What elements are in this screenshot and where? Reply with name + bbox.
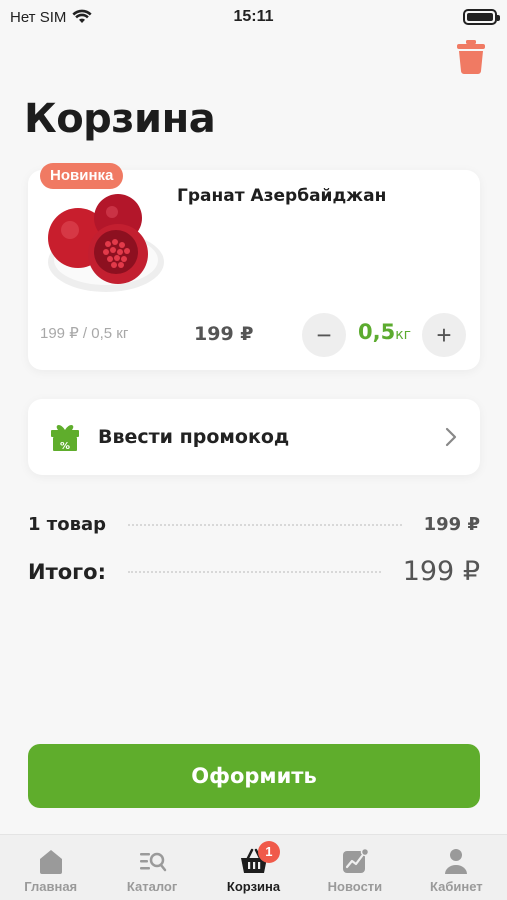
tab-bar: Главная Каталог 1 Корзина Новости Кабине… [0, 834, 507, 900]
tab-profile[interactable]: Кабинет [406, 835, 507, 900]
checkout-button[interactable]: Оформить [28, 744, 480, 808]
items-count-row: 1 товар 199 ₽ [28, 514, 480, 535]
home-icon [39, 850, 62, 874]
tab-cart[interactable]: 1 Корзина [203, 835, 304, 900]
battery-icon [463, 9, 500, 25]
dotted-divider [128, 523, 402, 526]
tab-home-label: Главная [24, 879, 78, 894]
quantity-number: 0,5 [358, 320, 396, 344]
profile-icon [445, 849, 468, 874]
tab-home[interactable]: Главная [0, 835, 101, 900]
new-badge: Новинка [40, 163, 124, 189]
page-title: Корзина [24, 96, 216, 142]
total-label: Итого: [28, 559, 106, 584]
promo-code-button[interactable]: % Ввести промокод [28, 399, 480, 475]
quantity-value: 0,5кг [358, 320, 411, 344]
news-chart-icon [342, 847, 370, 873]
tab-cart-label: Корзина [226, 879, 281, 894]
catalog-search-icon [140, 852, 167, 872]
items-count-label: 1 товар [28, 514, 107, 535]
svg-text:%: % [60, 441, 70, 452]
items-subtotal-value: 199 ₽ [423, 514, 480, 535]
unit-price: 199 ₽ / 0,5 кг [40, 325, 129, 342]
tab-profile-label: Кабинет [430, 879, 483, 894]
carrier-label: Нет SIM [10, 8, 67, 26]
total-row: Итого: 199 ₽ [28, 556, 480, 587]
gift-percent-icon: % [51, 425, 79, 452]
tab-catalog[interactable]: Каталог [101, 835, 202, 900]
quantity-unit: кг [395, 327, 412, 343]
trash-icon[interactable] [457, 40, 485, 74]
product-name[interactable]: Гранат Азербайджан [177, 186, 386, 206]
quantity-decrease-button[interactable]: − [302, 313, 346, 357]
dotted-divider [127, 570, 381, 573]
tab-catalog-label: Каталог [126, 879, 178, 894]
quantity-increase-button[interactable]: + [422, 313, 466, 357]
cart-count-badge: 1 [257, 841, 280, 863]
product-image [48, 194, 164, 292]
tab-news[interactable]: Новости [304, 835, 405, 900]
status-left: Нет SIM [10, 9, 92, 26]
total-value: 199 ₽ [402, 556, 480, 587]
tab-news-label: Новости [327, 879, 383, 894]
line-price: 199 ₽ [194, 323, 254, 345]
wifi-icon [72, 9, 92, 23]
promo-code-label: Ввести промокод [98, 426, 290, 448]
status-bar: Нет SIM 15:11 [0, 0, 507, 34]
chevron-right-icon [445, 427, 457, 447]
